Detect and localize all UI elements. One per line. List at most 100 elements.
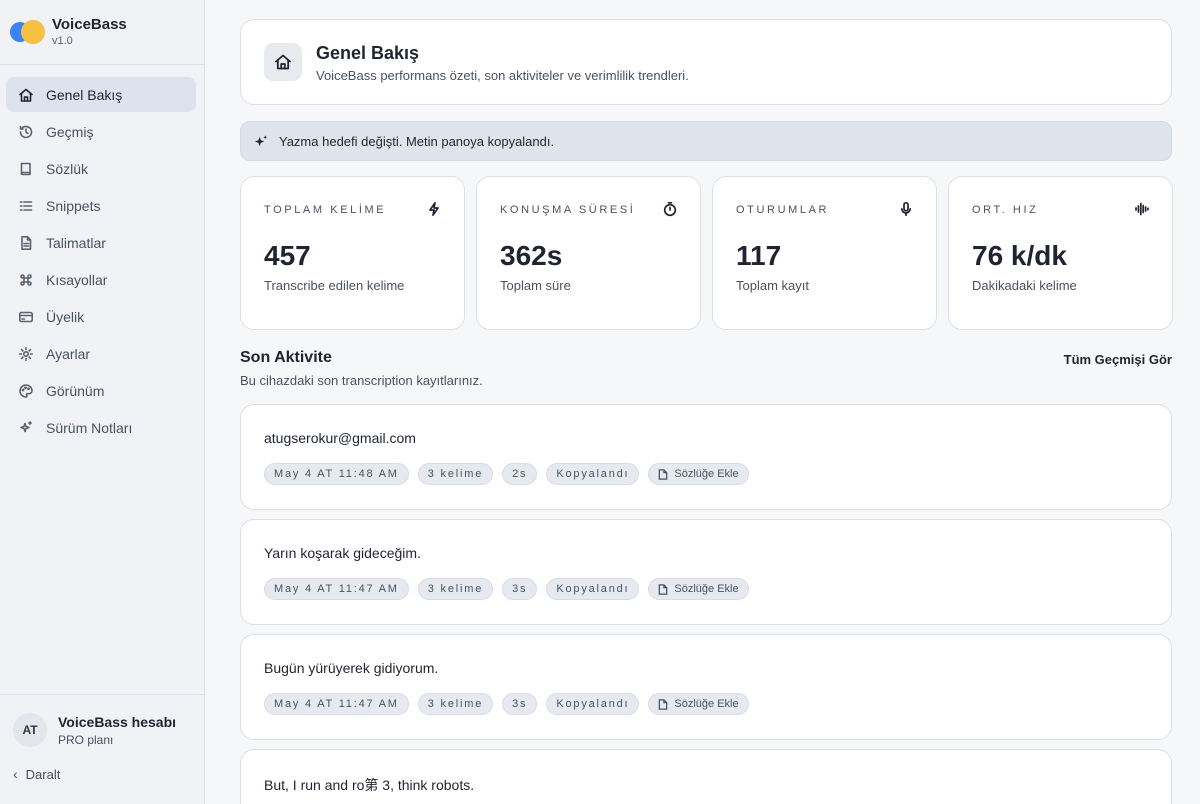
sidebar-item-uyelik[interactable]: Üyelik — [6, 299, 196, 334]
collapse-sidebar-button[interactable]: ‹ Daralt — [13, 766, 204, 782]
activity-item[interactable]: atugserokur@gmail.com May 4 AT 11:48 AM … — [240, 404, 1172, 510]
command-icon — [18, 272, 34, 288]
banner-text: Yazma hedefi değişti. Metin panoya kopya… — [279, 133, 555, 149]
book-icon — [18, 161, 34, 177]
palette-icon — [18, 383, 34, 399]
app-name: VoiceBass — [52, 16, 127, 33]
sidebar-item-label: Talimatlar — [46, 234, 106, 251]
stat-card-avg-speed: ORT. HIZ 76 k/dk Dakikadaki kelime — [948, 176, 1173, 330]
document-icon — [18, 235, 34, 251]
activity-meta: May 4 AT 11:47 AM 3 kelime 3s Kopyalandı… — [264, 693, 758, 715]
sidebar: VoiceBass v1.0 Genel Bakış Geçmiş Sözlük… — [0, 0, 205, 804]
status-chip: Kopyalandı — [546, 693, 640, 715]
stat-description: Transcribe edilen kelime — [264, 278, 405, 293]
home-icon — [18, 87, 34, 103]
gear-icon — [18, 346, 34, 362]
status-chip: Kopyalandı — [546, 578, 640, 600]
brand: VoiceBass v1.0 — [0, 0, 204, 65]
chevron-left-icon: ‹ — [13, 766, 18, 782]
page-subtitle: VoiceBass performans özeti, son aktivite… — [316, 68, 689, 83]
sidebar-item-snippets[interactable]: Snippets — [6, 188, 196, 223]
app-version: v1.0 — [52, 35, 73, 47]
waveform-icon — [1134, 201, 1150, 217]
sidebar-item-talimatlar[interactable]: Talimatlar — [6, 225, 196, 260]
add-to-dictionary-button[interactable]: Sözlüğe Ekle — [648, 693, 749, 715]
sidebar-item-label: Sürüm Notları — [46, 419, 133, 436]
time-chip: May 4 AT 11:48 AM — [264, 463, 409, 485]
history-icon — [18, 124, 34, 140]
avatar: AT — [13, 713, 47, 747]
button-label: Sözlüğe Ekle — [674, 468, 739, 480]
button-label: Sözlüğe Ekle — [674, 583, 739, 595]
stat-label: ORT. HIZ — [972, 204, 1039, 216]
stat-description: Toplam süre — [500, 278, 571, 293]
credit-card-icon — [18, 309, 34, 325]
notification-banner: Yazma hedefi değişti. Metin panoya kopya… — [240, 121, 1172, 161]
page-header: Genel Bakış VoiceBass performans özeti, … — [240, 19, 1172, 105]
activity-item[interactable]: Yarın koşarak gideceğim. May 4 AT 11:47 … — [240, 519, 1172, 625]
activity-item[interactable]: But, I run and ro第 3, think robots. — [240, 749, 1172, 804]
sidebar-item-gecmis[interactable]: Geçmiş — [6, 114, 196, 149]
account-plan: PRO planı — [58, 732, 114, 747]
stat-card-sessions: OTURUMLAR 117 Toplam kayıt — [712, 176, 937, 330]
sidebar-item-label: Kısayollar — [46, 271, 108, 288]
activity-text: Bugün yürüyerek gidiyorum. — [264, 660, 439, 676]
document-icon — [659, 583, 668, 595]
button-label: Sözlüğe Ekle — [674, 698, 739, 710]
stat-description: Toplam kayıt — [736, 278, 809, 293]
sidebar-item-gorunum[interactable]: Görünüm — [6, 373, 196, 408]
time-chip: May 4 AT 11:47 AM — [264, 578, 409, 600]
account-name: VoiceBass hesabı — [58, 713, 177, 730]
document-icon — [659, 698, 668, 710]
stat-value: 362s — [500, 240, 563, 271]
stopwatch-icon — [662, 201, 678, 217]
sidebar-item-label: Üyelik — [46, 308, 85, 325]
sidebar-item-surum-notlari[interactable]: Sürüm Notları — [6, 410, 196, 445]
section-title: Son Aktivite — [240, 349, 332, 366]
stat-label: TOPLAM KELİME — [264, 204, 387, 216]
add-to-dictionary-button[interactable]: Sözlüğe Ekle — [648, 463, 749, 485]
add-to-dictionary-button[interactable]: Sözlüğe Ekle — [648, 578, 749, 600]
sidebar-item-ayarlar[interactable]: Ayarlar — [6, 336, 196, 371]
word-count-chip: 3 kelime — [417, 693, 494, 715]
collapse-label: Daralt — [25, 766, 61, 782]
sparkle-icon — [254, 134, 268, 146]
sidebar-nav: Genel Bakış Geçmiş Sözlük Snippets Talim… — [0, 65, 204, 445]
account-button[interactable]: AT VoiceBass hesabı PRO planı — [13, 713, 204, 747]
page-title: Genel Bakış — [316, 43, 420, 63]
sidebar-item-label: Görünüm — [46, 382, 105, 399]
stat-description: Dakikadaki kelime — [972, 278, 1077, 293]
stat-label: OTURUMLAR — [736, 204, 830, 216]
sparkle-icon — [18, 420, 34, 436]
document-icon — [659, 468, 668, 480]
sidebar-item-label: Sözlük — [46, 160, 89, 177]
activity-text: atugserokur@gmail.com — [264, 430, 416, 446]
sidebar-item-label: Genel Bakış — [46, 86, 123, 103]
stat-value: 117 — [736, 240, 782, 271]
duration-chip: 3s — [502, 578, 538, 600]
home-icon — [264, 43, 302, 81]
time-chip: May 4 AT 11:47 AM — [264, 693, 409, 715]
microphone-icon — [898, 201, 914, 217]
see-all-history-link[interactable]: Tüm Geçmişi Gör — [1064, 352, 1172, 367]
sidebar-item-label: Ayarlar — [46, 345, 91, 362]
word-count-chip: 3 kelime — [417, 463, 494, 485]
activity-meta: May 4 AT 11:47 AM 3 kelime 3s Kopyalandı… — [264, 578, 758, 600]
sidebar-item-genel-bakis[interactable]: Genel Bakış — [6, 77, 196, 112]
duration-chip: 3s — [502, 693, 538, 715]
stat-value: 76 k/dk — [972, 240, 1067, 271]
sidebar-item-sozluk[interactable]: Sözlük — [6, 151, 196, 186]
activity-text: But, I run and ro第 3, think robots. — [264, 777, 475, 793]
sidebar-item-label: Snippets — [46, 197, 101, 214]
duration-chip: 2s — [502, 463, 538, 485]
sidebar-item-kisayollar[interactable]: Kısayollar — [6, 262, 196, 297]
lightning-icon — [426, 201, 442, 217]
activity-meta: May 4 AT 11:48 AM 3 kelime 2s Kopyalandı… — [264, 463, 758, 485]
activity-item[interactable]: Bugün yürüyerek gidiyorum. May 4 AT 11:4… — [240, 634, 1172, 740]
stat-card-total-words: TOPLAM KELİME 457 Transcribe edilen keli… — [240, 176, 465, 330]
app-logo-icon — [10, 19, 46, 45]
list-icon — [18, 198, 34, 214]
sidebar-item-label: Geçmiş — [46, 123, 94, 140]
section-subtitle: Bu cihazdaki son transcription kayıtları… — [240, 373, 483, 388]
activity-text: Yarın koşarak gideceğim. — [264, 545, 421, 561]
